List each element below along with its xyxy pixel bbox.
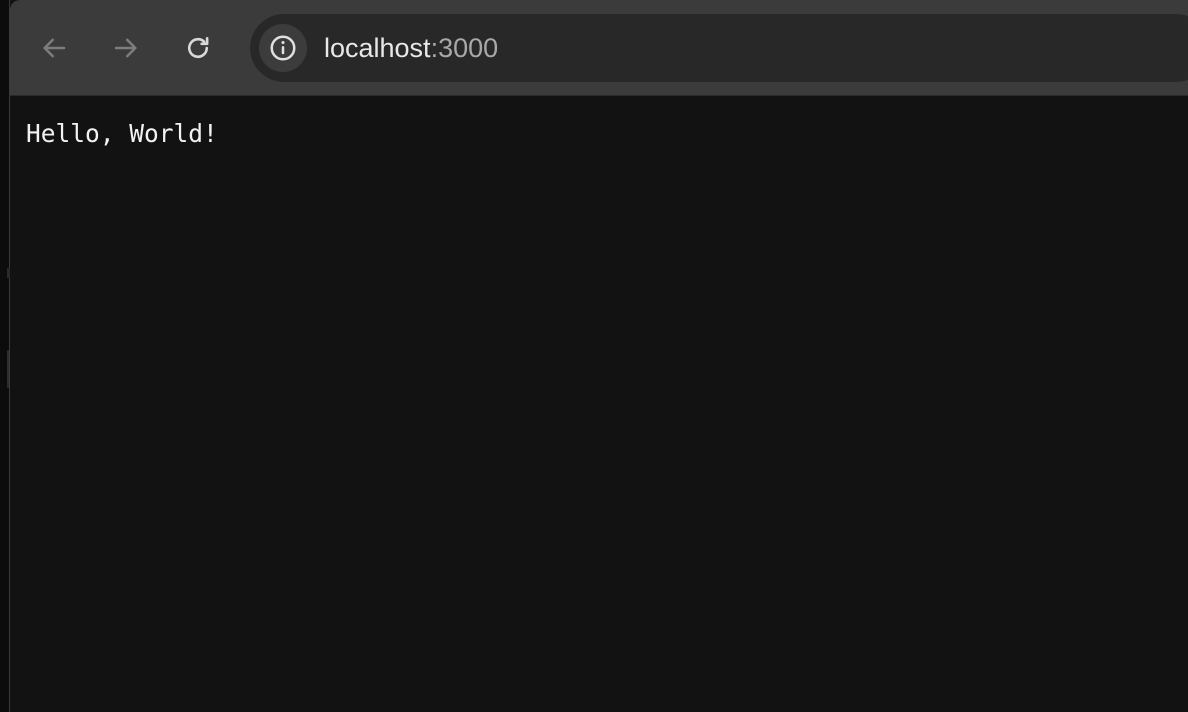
browser-toolbar: localhost:3000 (10, 0, 1188, 96)
resize-grip[interactable] (7, 350, 9, 388)
reload-icon (187, 36, 209, 59)
arrow-right-icon (114, 38, 137, 58)
site-info-button[interactable] (259, 24, 307, 72)
window-left-edge (0, 0, 10, 712)
back-button[interactable] (34, 28, 74, 68)
toolbar-divider (10, 95, 1188, 96)
page-body-text: Hello, World! (26, 119, 218, 148)
url-text[interactable]: localhost:3000 (324, 14, 498, 82)
info-circle-icon (270, 35, 296, 61)
url-port: :3000 (430, 33, 499, 63)
url-host: localhost (324, 33, 431, 63)
page-content: Hello, World! (10, 97, 1188, 712)
reload-button[interactable] (178, 28, 218, 68)
forward-button[interactable] (106, 28, 146, 68)
arrow-left-icon (43, 38, 66, 58)
address-bar[interactable]: localhost:3000 (250, 14, 1188, 82)
